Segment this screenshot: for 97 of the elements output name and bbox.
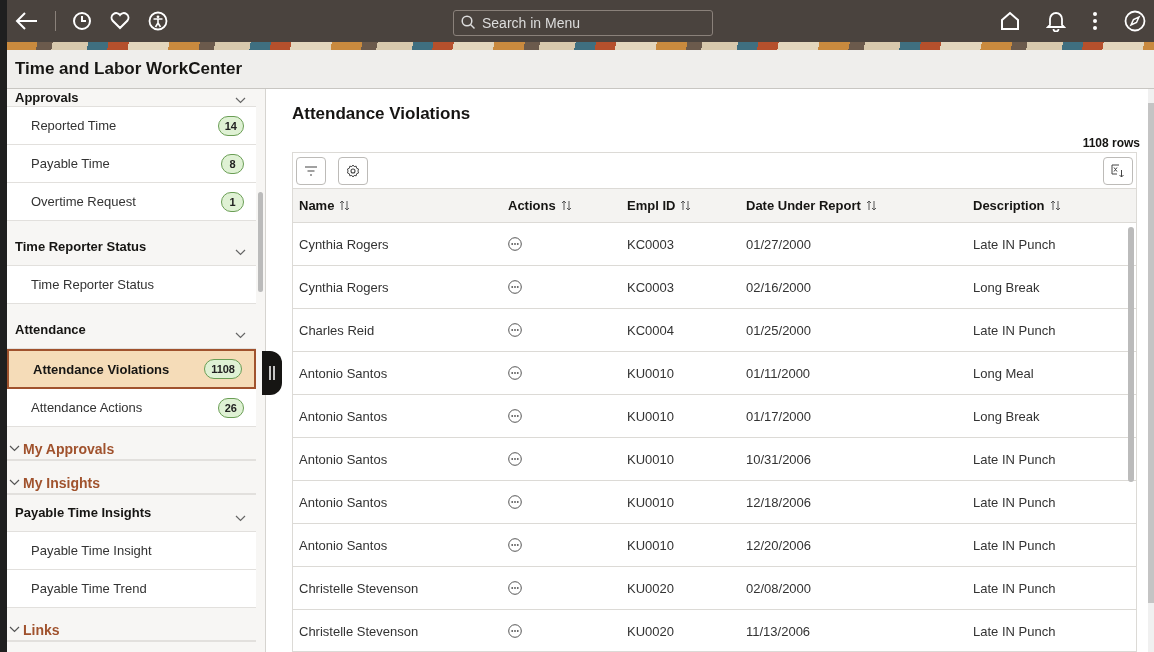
actions-icon[interactable] <box>508 366 522 380</box>
row-count: 1108 rows <box>1082 136 1140 150</box>
actions-icon[interactable] <box>508 624 522 638</box>
sort-icon[interactable] <box>560 200 572 211</box>
table-cell: 12/20/2006 <box>740 523 967 567</box>
table-cell: Charles Reid <box>293 308 502 352</box>
table-cell: KU0010 <box>621 480 740 524</box>
search-icon <box>461 15 476 30</box>
sort-icon[interactable] <box>1049 200 1061 211</box>
sidebar-item[interactable]: Overtime Request 1 <box>7 183 256 221</box>
more-icon[interactable] <box>1090 9 1100 33</box>
home-icon[interactable] <box>998 9 1022 33</box>
scrollbar-thumb[interactable] <box>1128 227 1134 482</box>
sort-icon[interactable] <box>865 200 877 211</box>
table-cell: 01/17/2000 <box>740 394 967 438</box>
table-cell: 11/13/2006 <box>740 609 967 651</box>
table-cell: KC0003 <box>621 265 740 309</box>
actions-icon[interactable] <box>508 280 522 294</box>
category-header[interactable]: My Approvals <box>7 438 256 461</box>
sidebar-item[interactable]: Attendance Actions 26 <box>7 389 256 427</box>
scrollbar-thumb[interactable] <box>1148 103 1154 603</box>
count-badge: 8 <box>221 153 244 174</box>
scrollbar-thumb[interactable] <box>258 192 263 292</box>
table-cell: 02/16/2000 <box>740 265 967 309</box>
table-cell: Christelle Stevenson <box>293 609 502 651</box>
table-cell: 02/08/2000 <box>740 566 967 610</box>
sort-icon[interactable] <box>680 200 692 211</box>
actions-icon[interactable] <box>508 452 522 466</box>
clock-icon[interactable] <box>70 9 94 33</box>
table-cell: Antonio Santos <box>293 394 502 438</box>
accessibility-icon[interactable] <box>146 9 170 33</box>
collapse-handle[interactable] <box>262 351 282 395</box>
table-cell: 01/25/2000 <box>740 308 967 352</box>
column-header[interactable]: Description <box>973 198 1045 213</box>
sidebar-item[interactable]: Time Reporter Status <box>7 266 256 304</box>
chevron-down-icon <box>9 479 20 486</box>
table-cell: Antonio Santos <box>293 351 502 395</box>
table-cell: Christelle Stevenson <box>293 566 502 610</box>
column-header[interactable]: Empl ID <box>627 198 676 213</box>
table-cell: KU0010 <box>621 394 740 438</box>
chevron-down-icon <box>9 626 20 633</box>
sort-icon[interactable] <box>339 200 351 211</box>
page-title: Time and Labor WorkCenter <box>15 59 243 79</box>
column-header[interactable]: Actions <box>508 198 556 213</box>
count-badge: 1 <box>221 191 244 212</box>
chevron-down-icon <box>9 445 20 452</box>
actions-icon[interactable] <box>508 495 522 509</box>
filter-icon <box>304 164 318 177</box>
table-cell: Antonio Santos <box>293 523 502 567</box>
actions-icon[interactable] <box>508 581 522 595</box>
sidebar-item[interactable]: Reported Time 14 <box>7 107 256 145</box>
table-cell: Late IN Punch <box>967 523 1136 567</box>
actions-icon[interactable] <box>508 323 522 337</box>
actions-icon[interactable] <box>508 237 522 251</box>
table-cell: 01/11/2000 <box>740 351 967 395</box>
chevron-down-icon <box>235 515 246 522</box>
sidebar-item[interactable]: Attendance Violations 1108 <box>7 349 256 389</box>
settings-icon <box>346 163 360 178</box>
export-button[interactable] <box>1103 156 1133 185</box>
table-cell: KU0020 <box>621 609 740 651</box>
count-badge: 26 <box>217 397 244 418</box>
sidebar-item[interactable]: Payable Time Insight <box>7 532 256 570</box>
sidebar-item[interactable]: Payable Time 8 <box>7 145 256 183</box>
table-cell: 10/31/2006 <box>740 437 967 481</box>
table-cell: Antonio Santos <box>293 480 502 524</box>
heart-icon[interactable] <box>108 10 132 32</box>
search-field[interactable]: Search in Menu <box>453 10 713 36</box>
filter-button[interactable] <box>296 156 326 185</box>
compass-icon[interactable] <box>1122 8 1148 34</box>
category-header[interactable]: My Insights <box>7 472 256 495</box>
column-header[interactable]: Name <box>299 198 335 213</box>
table-cell: 12/18/2006 <box>740 480 967 524</box>
table-cell: KU0010 <box>621 437 740 481</box>
table-cell: KU0010 <box>621 351 740 395</box>
count-badge: 1108 <box>204 359 242 379</box>
actions-icon[interactable] <box>508 409 522 423</box>
spreadsheet-download-icon <box>1111 163 1125 178</box>
table-cell: KC0004 <box>621 308 740 352</box>
chevron-down-icon <box>235 97 246 104</box>
content-title: Attendance Violations <box>292 104 472 124</box>
category-header[interactable]: Links <box>7 619 256 642</box>
chevron-down-icon <box>235 332 246 339</box>
table-cell: KC0003 <box>621 222 740 266</box>
table-cell: Late IN Punch <box>967 566 1136 610</box>
table-cell: 01/27/2000 <box>740 222 967 266</box>
actions-icon[interactable] <box>508 538 522 552</box>
table-cell: Cynthia Rogers <box>293 265 502 309</box>
table-cell: Antonio Santos <box>293 437 502 481</box>
table-cell: KU0010 <box>621 523 740 567</box>
table-cell: Late IN Punch <box>967 609 1136 651</box>
table-cell: Cynthia Rogers <box>293 222 502 266</box>
sidebar-item[interactable]: Payable Time Trend <box>7 570 256 608</box>
settings-button[interactable] <box>338 156 368 185</box>
table-cell: KU0020 <box>621 566 740 610</box>
table-cell: Late IN Punch <box>967 480 1136 524</box>
chevron-down-icon <box>235 249 246 256</box>
count-badge: 14 <box>217 115 244 136</box>
